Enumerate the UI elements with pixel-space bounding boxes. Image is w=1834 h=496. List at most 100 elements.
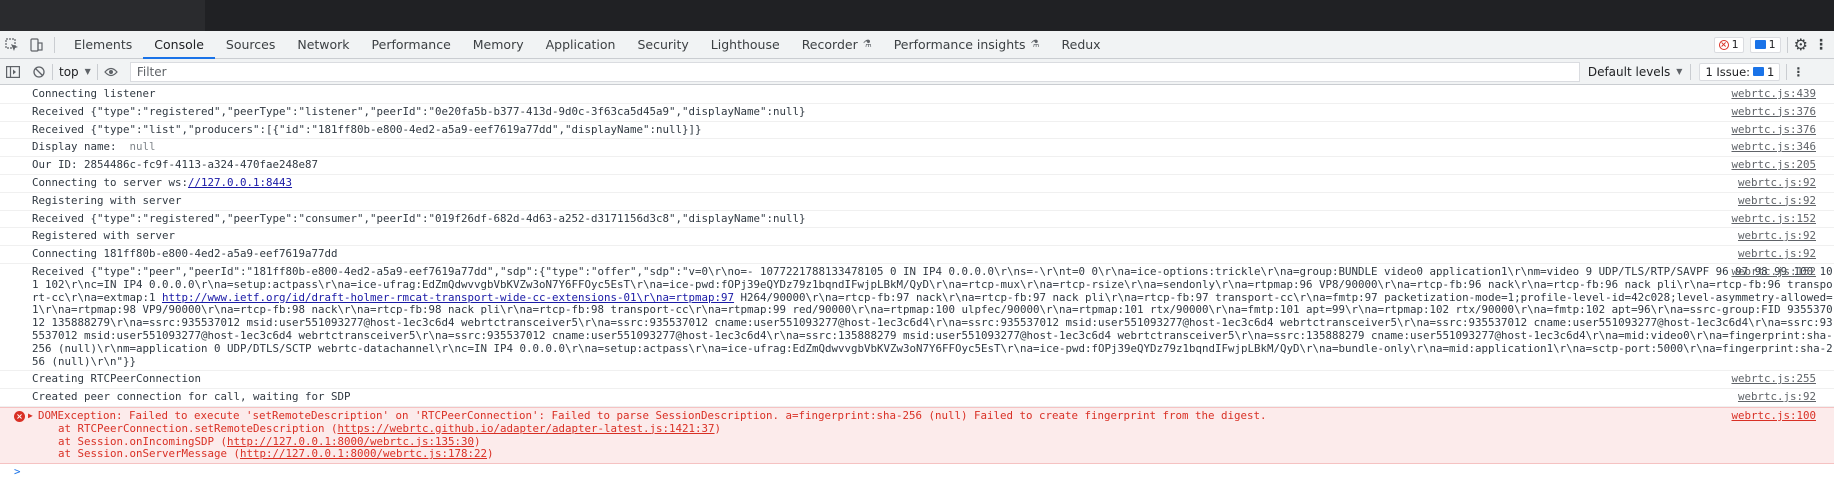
log-levels-label: Default levels (1587, 64, 1671, 79)
tab-performance-insights[interactable]: Performance insights ⚗ (883, 31, 1051, 58)
tab-recorder[interactable]: Recorder ⚗ (791, 31, 883, 58)
tab-label: Memory (472, 37, 524, 52)
source-link[interactable]: webrtc.js:376 (1731, 105, 1816, 119)
prompt-caret: > (14, 465, 21, 479)
more-options-icon[interactable]: ⋮ (1814, 37, 1828, 53)
message-text: Connecting 181ff80b-e800-4ed2-a5a9-eef76… (32, 247, 338, 261)
console-message-sdp: Received {"type":"peer","peerId":"181ff8… (0, 264, 1834, 372)
issues-label: 1 Issue: (1705, 64, 1751, 79)
toolbar-separator (1786, 63, 1788, 80)
tab-security[interactable]: Security (626, 31, 699, 58)
tabbar-separator (1786, 36, 1788, 53)
message-text: Registering with server (32, 193, 182, 207)
source-link[interactable]: webrtc.js:439 (1731, 87, 1816, 101)
source-link[interactable]: webrtc.js:92 (1738, 194, 1816, 208)
context-selector[interactable]: top ▼ (53, 65, 97, 79)
source-link[interactable]: webrtc.js:376 (1731, 123, 1816, 137)
console-message: Connecting 181ff80b-e800-4ed2-a5a9-eef76… (0, 246, 1834, 264)
devtools-tab-bar: Elements Console Sources Network Performance… (0, 31, 1834, 59)
tab-elements[interactable]: Elements (63, 31, 143, 58)
message-text: Creating RTCPeerConnection (32, 372, 202, 386)
source-link[interactable]: webrtc.js:255 (1731, 373, 1816, 386)
devtools-tabs: Elements Console Sources Network Performance… (63, 31, 1112, 59)
source-link[interactable]: webrtc.js:92 (1738, 176, 1816, 190)
tab-label: Sources (225, 37, 276, 52)
issues-button[interactable]: 1 Issue: 1 (1699, 62, 1781, 81)
console-message: Registered with server webrtc.js:92 (0, 228, 1834, 247)
source-link[interactable]: webrtc.js:205 (1731, 158, 1816, 172)
stack-frame-text: at Session.onIncomingSDP ( (58, 434, 228, 448)
source-link[interactable]: webrtc.js:92 (1738, 230, 1816, 243)
tab-label: Security (637, 37, 689, 52)
source-link[interactable]: webrtc.js:346 (1731, 141, 1816, 154)
console-message: Creating RTCPeerConnection webrtc.js:255 (0, 371, 1834, 390)
stack-frame-link[interactable]: http://127.0.0.1:8000/webrtc.js:135:30 (227, 435, 474, 448)
console-output: Connecting listener webrtc.js:439 Received… (0, 86, 1834, 496)
console-message: Received {"type":"list","producers":[{"i… (0, 122, 1834, 140)
tabbar-right: × 1 1 ⚙ ⋮ (1713, 31, 1834, 58)
tab-label: Performance (371, 37, 451, 52)
tab-lighthouse[interactable]: Lighthouse (700, 31, 791, 58)
device-toolbar-icon[interactable] (24, 31, 48, 58)
console-message: Created peer connection for call, waitin… (0, 389, 1834, 407)
source-link[interactable]: webrtc.js:152 (1731, 212, 1816, 226)
console-message: Received {"type":"registered","peerType"… (0, 104, 1834, 122)
message-text: Created peer connection for call, waitin… (32, 390, 351, 404)
tab-label: Lighthouse (710, 37, 780, 52)
message-text: Received {"type":"list","producers":[{"i… (32, 122, 702, 136)
message-link[interactable]: http://www.ietf.org/id/draft-holmer-rmca… (162, 291, 734, 304)
sidebar-toggle-icon[interactable] (0, 59, 26, 85)
console-error: × ▶ DOMException: Failed to execute 'setRe… (0, 406, 1834, 465)
console-prompt[interactable]: > (0, 464, 1834, 481)
error-count-badge[interactable]: × 1 (1713, 36, 1744, 53)
tab-application[interactable]: Application (535, 31, 627, 58)
source-link[interactable]: webrtc.js:152 (1731, 265, 1816, 279)
filter-input[interactable] (129, 61, 1580, 82)
gear-icon[interactable]: ⚙ (1794, 35, 1808, 54)
chevron-down-icon: ▼ (1676, 67, 1683, 76)
tabbar-separator (54, 36, 55, 53)
tab-network[interactable]: Network (286, 31, 360, 58)
tab-console[interactable]: Console (143, 31, 215, 59)
message-count: 1 (1768, 38, 1776, 51)
stack-frame-text: at RTCPeerConnection.setRemoteDescriptio… (58, 421, 338, 435)
source-link[interactable]: webrtc.js:92 (1738, 390, 1816, 404)
message-text: Received {"type":"registered","peerType"… (32, 211, 806, 225)
tab-label: Performance insights (893, 37, 1026, 52)
tab-label: Elements (74, 37, 133, 52)
console-toolbar: top ▼ Default levels ▼ 1 Issue: 1 ⋮ (0, 59, 1834, 85)
console-message: Our ID: 2854486c-fc9f-4113-a324-470fae24… (0, 157, 1834, 175)
console-message: Registering with server webrtc.js:92 (0, 193, 1834, 211)
tab-redux[interactable]: Redux (1051, 31, 1112, 58)
tab-label: Recorder (801, 37, 858, 52)
message-text: Received {"type":"registered","peerType"… (32, 104, 806, 118)
tab-sources[interactable]: Sources (215, 31, 286, 58)
console-message: Connecting to server ws://127.0.0.1:8443… (0, 175, 1834, 193)
message-text: Connecting to server ws: (32, 175, 189, 189)
tab-label: Console (154, 37, 204, 52)
inspect-element-icon[interactable] (0, 31, 24, 58)
eye-icon[interactable] (98, 59, 124, 85)
message-link[interactable]: //127.0.0.1:8443 (188, 176, 292, 189)
source-link[interactable]: webrtc.js:92 (1738, 247, 1816, 261)
null-value: null (129, 140, 156, 154)
browser-top-bar (0, 0, 1834, 31)
message-count-badge[interactable]: 1 (1749, 36, 1781, 53)
issue-icon (1753, 67, 1765, 76)
log-levels-dropdown[interactable]: Default levels ▼ (1580, 65, 1691, 79)
experimental-flask-icon: ⚗ (862, 39, 872, 50)
clear-console-icon[interactable] (26, 59, 52, 85)
message-text: Display name: (32, 140, 117, 154)
tab-label: Application (545, 37, 616, 52)
stack-frame: at Session.onServerMessage (http://127.0… (32, 447, 1739, 461)
context-label: top (59, 64, 79, 79)
message-text: Registered with server (32, 229, 176, 243)
stack-frame-link[interactable]: http://127.0.0.1:8000/webrtc.js:178:22 (240, 447, 487, 460)
source-link[interactable]: webrtc.js:100 (1731, 409, 1816, 423)
stack-frame-link[interactable]: https://webrtc.github.io/adapter/adapter… (338, 422, 715, 435)
toolbar-more-icon[interactable]: ⋮ (1791, 65, 1805, 79)
tab-performance[interactable]: Performance (361, 31, 462, 58)
expand-triangle-icon[interactable]: ▶ (28, 410, 33, 423)
tab-label: Network (297, 37, 350, 52)
tab-memory[interactable]: Memory (462, 31, 535, 58)
